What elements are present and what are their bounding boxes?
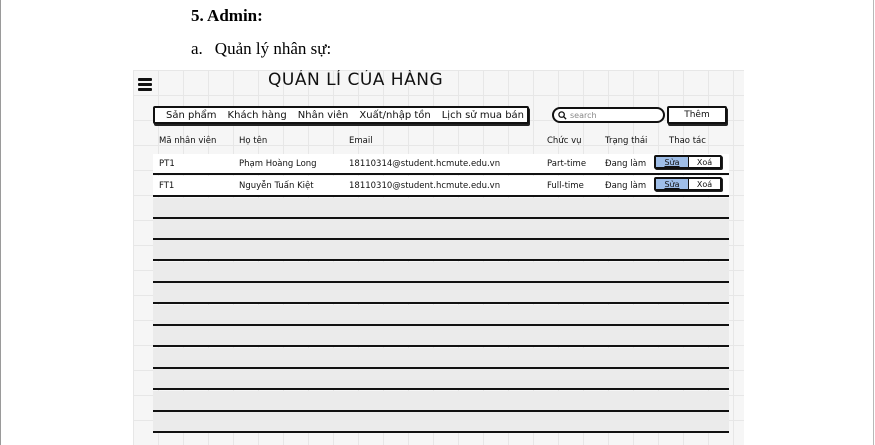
nav-item-inventory[interactable]: Xuất/nhập tồn — [359, 110, 430, 121]
employee-name: Phạm Hoàng Long — [239, 159, 317, 169]
employee-email: 18110310@student.hcmute.edu.vn — [349, 181, 501, 191]
page-edge — [873, 0, 874, 445]
employee-id: PT1 — [159, 159, 175, 169]
employee-status: Đang làm — [605, 181, 647, 191]
search-input[interactable] — [567, 110, 658, 120]
employee-email: 18110314@student.hcmute.edu.vn — [349, 159, 501, 169]
hamburger-icon[interactable] — [138, 78, 152, 91]
employee-status: Đang làm — [605, 159, 647, 169]
employee-name: Nguyễn Tuấn Kiệt — [239, 181, 314, 191]
edit-button[interactable]: Sửa — [656, 157, 689, 167]
empty-table-row — [153, 219, 729, 240]
empty-table-row — [153, 283, 729, 304]
nav-item-customers[interactable]: Khách hàng — [228, 110, 287, 121]
empty-table-row — [153, 198, 729, 219]
nav-item-products[interactable]: Sản phẩm — [166, 110, 217, 121]
nav-item-history[interactable]: Lịch sử mua bán — [442, 110, 524, 121]
wireframe-mockup: QUẢN LÍ CỦA HÀNG Sản phẩm Khách hàng Nhâ… — [133, 70, 744, 445]
employee-role: Full-time — [547, 181, 584, 191]
page-edge — [0, 0, 1, 445]
column-header: Mã nhân viên — [159, 136, 217, 146]
main-nav: Sản phẩm Khách hàng Nhân viên Xuất/nhập … — [153, 106, 529, 124]
section-heading: 5. Admin: — [191, 6, 263, 25]
delete-button[interactable]: Xoá — [689, 157, 720, 167]
delete-button[interactable]: Xoá — [689, 179, 720, 189]
row-actions: Sửa Xoá — [654, 177, 722, 191]
table-row[interactable]: FT1 Nguyễn Tuấn Kiệt 18110310@student.hc… — [153, 176, 729, 197]
table-row[interactable]: PT1 Phạm Hoàng Long 18110314@student.hcm… — [153, 154, 729, 175]
add-button[interactable]: Thêm — [667, 106, 727, 124]
empty-table-row — [153, 262, 729, 283]
empty-table-row — [153, 348, 729, 369]
search-icon — [558, 110, 567, 120]
column-header: Email — [349, 136, 373, 146]
search-box[interactable] — [552, 107, 665, 123]
empty-table-row — [153, 326, 729, 347]
empty-table-row — [153, 391, 729, 412]
column-header: Thao tác — [669, 136, 706, 146]
edit-button[interactable]: Sửa — [656, 179, 689, 189]
app-title: QUẢN LÍ CỦA HÀNG — [268, 70, 444, 90]
empty-table-row — [153, 369, 729, 390]
employee-role: Part-time — [547, 159, 587, 169]
nav-item-employees[interactable]: Nhân viên — [298, 110, 349, 121]
column-header: Trạng thái — [605, 136, 648, 146]
empty-table-row — [153, 305, 729, 326]
row-actions: Sửa Xoá — [654, 155, 722, 169]
column-header: Chức vụ — [547, 136, 582, 146]
subsection-heading: a. Quản lý nhân sự: — [191, 39, 331, 59]
empty-table-row — [153, 240, 729, 261]
column-header: Họ tên — [239, 136, 268, 146]
subsection-title: Quản lý nhân sự: — [214, 39, 332, 58]
list-marker: a. — [191, 39, 203, 58]
empty-table-row — [153, 412, 729, 433]
employee-id: FT1 — [159, 181, 175, 191]
